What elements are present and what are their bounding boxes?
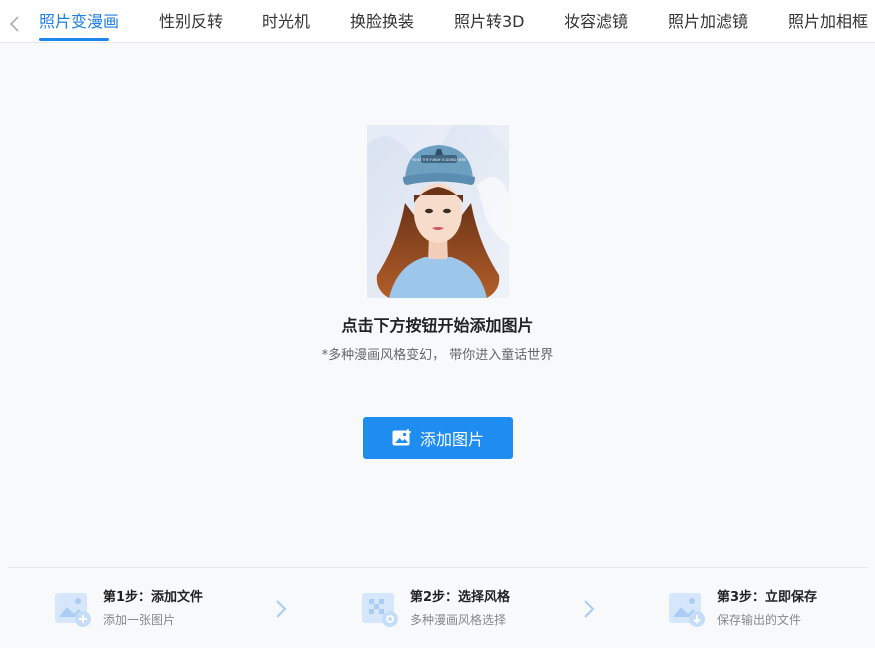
add-image-button[interactable]: 添加图片 (363, 417, 513, 459)
tab-photo-to-comic[interactable]: 照片变漫画 (39, 11, 119, 33)
style-select-icon (362, 593, 398, 627)
tab-photo-filter[interactable]: 照片加滤镜 (668, 11, 748, 33)
hero-subtitle: *多种漫画风格变幻， 带你进入童话世界 (321, 348, 554, 363)
image-add-icon (392, 429, 411, 446)
chevron-right-icon (584, 600, 595, 618)
image-add-icon (55, 593, 91, 627)
cap-text: WHAT THE FUNNY IS DOING HERE (412, 158, 466, 162)
add-image-button-label: 添加图片 (419, 430, 484, 449)
step-1-desc: 添加一张图片 (103, 613, 176, 627)
tab-bar: 照片变漫画 性别反转 时光机 换脸换装 照片转3D 妆容滤镜 照片加滤镜 照片加… (0, 0, 875, 43)
image-download-icon (669, 593, 705, 627)
example-portrait-image: WHAT THE FUNNY IS DOING HERE (367, 125, 509, 298)
tab-photo-to-3d[interactable]: 照片转3D (454, 11, 525, 33)
step-1-title: 第1步：添加文件 (103, 590, 204, 605)
hero-title: 点击下方按钮开始添加图片 (341, 316, 534, 335)
chevron-right-icon (276, 600, 287, 618)
active-tab-indicator (39, 38, 109, 41)
step-2-desc: 多种漫画风格选择 (410, 613, 507, 627)
step-3-title: 第3步：立即保存 (717, 590, 818, 605)
tab-list: 照片变漫画 性别反转 时光机 换脸换装 照片转3D 妆容滤镜 照片加滤镜 照片加… (0, 0, 875, 42)
tab-makeup-filter[interactable]: 妆容滤镜 (564, 11, 628, 33)
app-window: 照片变漫画 性别反转 时光机 换脸换装 照片转3D 妆容滤镜 照片加滤镜 照片加… (0, 0, 875, 648)
step-3-desc: 保存输出的文件 (717, 613, 802, 627)
tab-time-machine[interactable]: 时光机 (262, 11, 310, 33)
steps-divider (8, 567, 868, 568)
tab-photo-frame[interactable]: 照片加相框 (788, 11, 868, 33)
step-2-title: 第2步：选择风格 (410, 590, 511, 605)
tab-face-swap[interactable]: 换脸换装 (350, 11, 414, 33)
tab-gender-swap[interactable]: 性别反转 (159, 11, 223, 33)
